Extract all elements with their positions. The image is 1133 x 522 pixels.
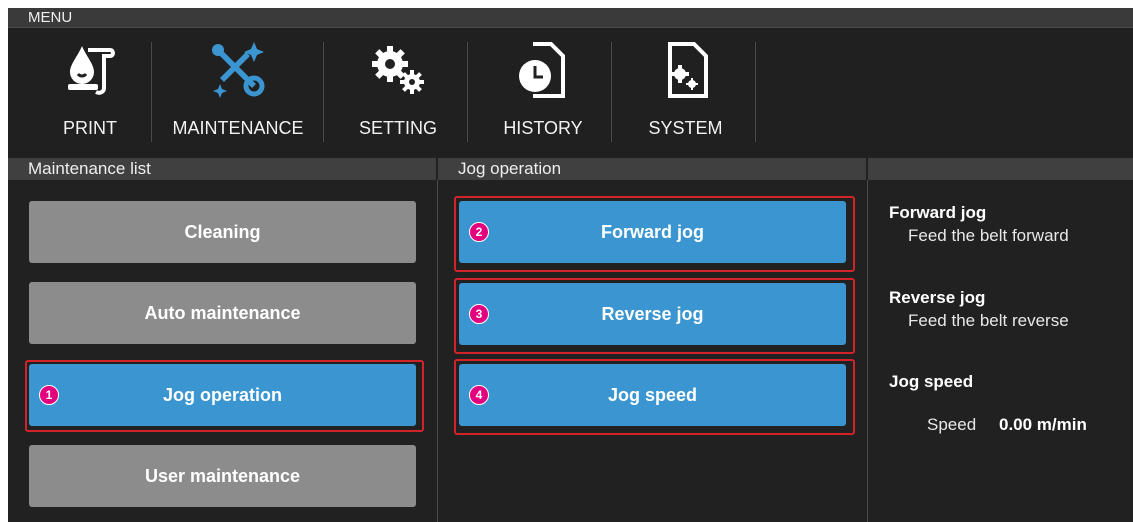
maintenance-list-title: Maintenance list	[28, 159, 151, 178]
button-label: Forward jog	[601, 221, 704, 242]
marker-3-badge: 3	[469, 304, 489, 324]
print-icon	[68, 46, 115, 95]
maintenance-icon	[212, 42, 265, 98]
button-label: Jog speed	[607, 384, 698, 405]
reverse-jog-info-desc: Feed the belt reverse	[908, 311, 1069, 330]
menu-item-maintenance[interactable]: MAINTENANCE	[158, 28, 318, 156]
column-divider	[867, 180, 868, 522]
menu-bar: PRINT MAINTENANCE SETTING HISTORY SYSTEM	[8, 28, 1133, 156]
speed-value: 0.00 m/min	[999, 415, 1087, 434]
speed-label: Speed	[927, 415, 977, 434]
menu-item-label: HISTORY	[503, 118, 583, 138]
menu-divider	[151, 42, 152, 142]
button-label: Auto maintenance	[144, 302, 301, 323]
gears-icon	[372, 46, 424, 94]
history-icon	[519, 42, 565, 98]
user-maintenance-button[interactable]: User maintenance	[29, 445, 416, 507]
column-divider	[437, 180, 438, 522]
menu-item-system[interactable]: SYSTEM	[618, 28, 753, 156]
button-label: Jog operation	[162, 384, 282, 405]
menu-item-setting[interactable]: SETTING	[328, 28, 468, 156]
app-window: MENU PRINT MAINTENANCE SETTING HISTORY S…	[8, 8, 1133, 522]
forward-jog-button[interactable]: Forward jog	[459, 201, 846, 263]
marker-2-badge: 2	[469, 222, 489, 242]
info-header	[868, 158, 1133, 180]
button-label: Reverse jog	[601, 303, 704, 324]
menu-item-label: SYSTEM	[648, 118, 723, 138]
jog-operation-header: Jog operation	[438, 158, 866, 180]
menu-divider	[323, 42, 324, 142]
menu-item-print[interactable]: PRINT	[30, 28, 150, 156]
marker-4-badge: 4	[469, 385, 489, 405]
cleaning-button[interactable]: Cleaning	[29, 201, 416, 263]
menu-item-label: MAINTENANCE	[172, 118, 304, 138]
jog-operation-button[interactable]: Jog operation	[29, 364, 416, 426]
forward-jog-info-title: Forward jog	[889, 203, 987, 222]
jog-operation-title: Jog operation	[458, 159, 562, 178]
menu-item-history[interactable]: HISTORY	[473, 28, 613, 156]
menu-item-label: SETTING	[358, 118, 437, 138]
menu-item-label: PRINT	[63, 118, 117, 138]
menu-divider	[755, 42, 756, 142]
reverse-jog-info-title: Reverse jog	[889, 288, 986, 307]
system-icon	[667, 42, 708, 98]
menu-title: MENU	[28, 9, 73, 26]
menu-header: MENU	[8, 8, 1133, 28]
jog-speed-button[interactable]: Jog speed	[459, 364, 846, 426]
menu-divider	[467, 42, 468, 142]
marker-1-badge: 1	[39, 385, 59, 405]
auto-maintenance-button[interactable]: Auto maintenance	[29, 282, 416, 344]
menu-divider	[611, 42, 612, 142]
button-label: Cleaning	[184, 221, 261, 242]
forward-jog-info-desc: Feed the belt forward	[908, 226, 1069, 245]
jog-speed-info-title: Jog speed	[889, 372, 974, 391]
maintenance-list-header: Maintenance list	[8, 158, 436, 180]
button-label: User maintenance	[144, 465, 301, 486]
reverse-jog-button[interactable]: Reverse jog	[459, 283, 846, 345]
